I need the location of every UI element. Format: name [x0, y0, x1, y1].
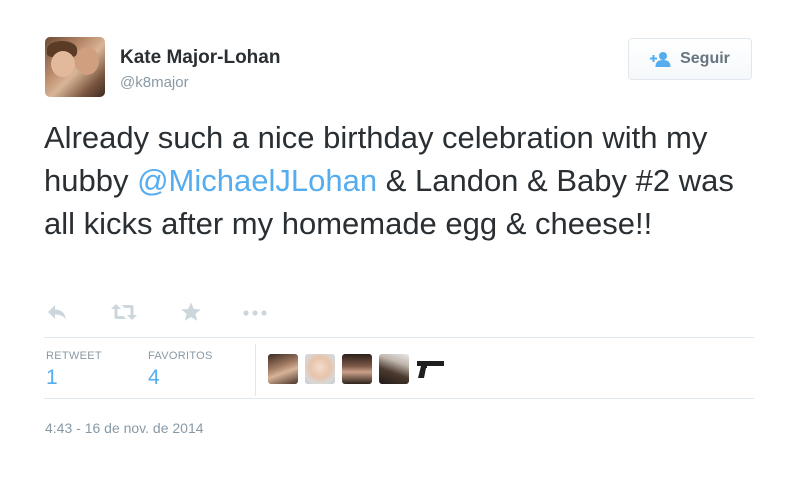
favorite-star-icon[interactable] — [180, 302, 202, 322]
favoriter-avatar[interactable] — [379, 354, 409, 384]
favoriter-avatar[interactable] — [342, 354, 372, 384]
stats-separator — [255, 344, 256, 396]
reply-icon[interactable] — [46, 302, 68, 322]
favoriter-avatar-gun-icon[interactable] — [416, 354, 446, 384]
retweets-count[interactable]: 1 — [46, 366, 58, 390]
retweets-label: RETWEET — [46, 350, 102, 362]
follow-button-label: Seguir — [680, 50, 730, 67]
favorites-label: FAVORITOS — [148, 350, 213, 362]
divider — [44, 337, 754, 338]
user-handle[interactable]: @k8major — [120, 74, 189, 91]
tweet-card: Kate Major-Lohan @k8major Seguir Already… — [0, 0, 800, 477]
mention-link[interactable]: @MichaelJLohan — [137, 163, 377, 198]
tweet-text: Already such a nice birthday celebration… — [44, 116, 764, 245]
more-ellipsis-icon[interactable] — [242, 302, 268, 322]
favoriter-avatar[interactable] — [268, 354, 298, 384]
avatar[interactable] — [45, 37, 105, 97]
divider — [44, 398, 754, 399]
follow-button[interactable]: Seguir — [628, 38, 752, 80]
retweet-icon[interactable] — [110, 302, 138, 322]
favoriter-avatar[interactable] — [305, 354, 335, 384]
favorites-count[interactable]: 4 — [148, 366, 160, 390]
tweet-timestamp[interactable]: 4:43 - 16 de nov. de 2014 — [45, 420, 204, 436]
add-user-icon — [650, 51, 672, 67]
display-name[interactable]: Kate Major-Lohan — [120, 47, 280, 69]
